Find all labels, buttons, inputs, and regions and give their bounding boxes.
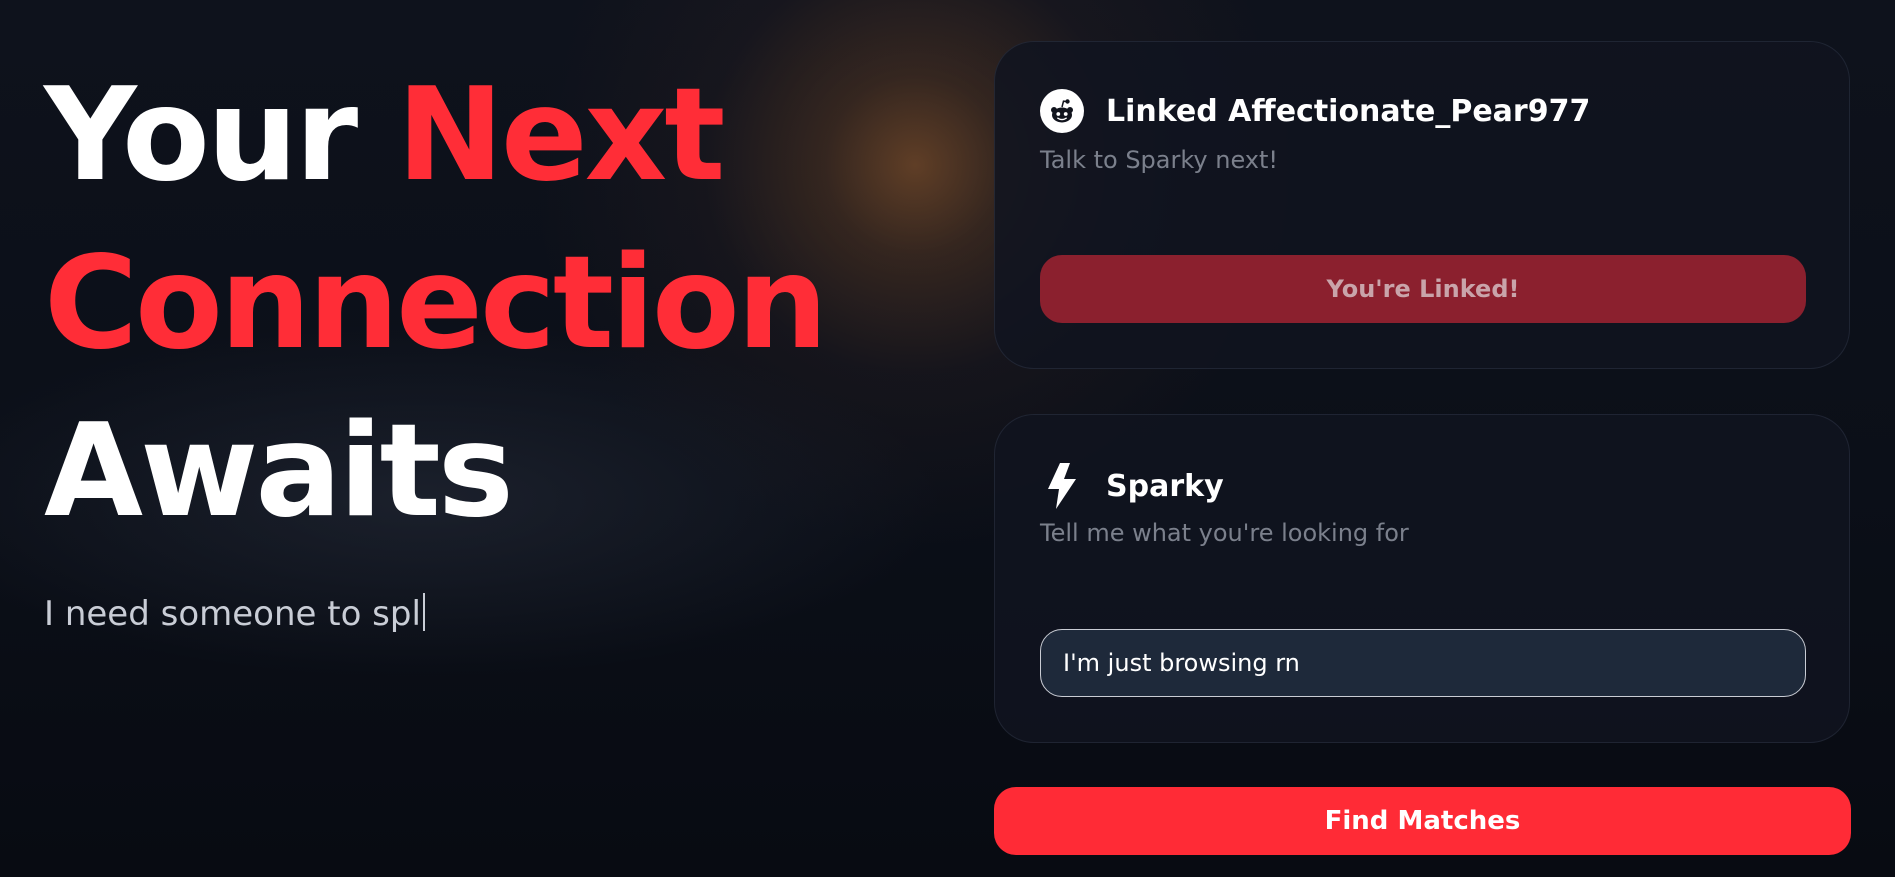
linked-card-title: Linked Affectionate_Pear977 [1106,93,1591,129]
typewriter-text: I need someone to spl [44,593,425,634]
sparky-card-title: Sparky [1106,468,1224,504]
linked-account-card: Linked Affectionate_Pear977 Talk to Spar… [994,41,1850,369]
linked-card-header: Linked Affectionate_Pear977 [1040,89,1590,133]
headline-line-2: Connection [44,220,944,388]
typewriter-content: I need someone to spl [44,594,421,634]
headline-word-your: Your [44,61,358,210]
hero-headline: Your Next Connection Awaits [44,52,944,556]
text-caret [422,593,425,631]
linked-card-subtitle: Talk to Sparky next! [1040,146,1279,174]
headline-word-connection: Connection [44,229,828,378]
headline-word-next: Next [396,61,726,210]
headline-line-1: Your Next [44,52,944,220]
lightning-bolt-icon [1040,462,1084,510]
headline-line-3: Awaits [44,388,944,556]
reddit-icon [1040,89,1084,133]
sparky-chat-card: Sparky Tell me what you're looking for [994,414,1850,743]
sparky-message-input[interactable] [1040,629,1806,697]
sparky-card-header: Sparky [1040,462,1224,510]
headline-word-awaits: Awaits [44,397,514,546]
find-matches-button[interactable]: Find Matches [994,787,1851,855]
sparky-card-subtitle: Tell me what you're looking for [1040,519,1409,547]
youre-linked-button[interactable]: You're Linked! [1040,255,1806,323]
